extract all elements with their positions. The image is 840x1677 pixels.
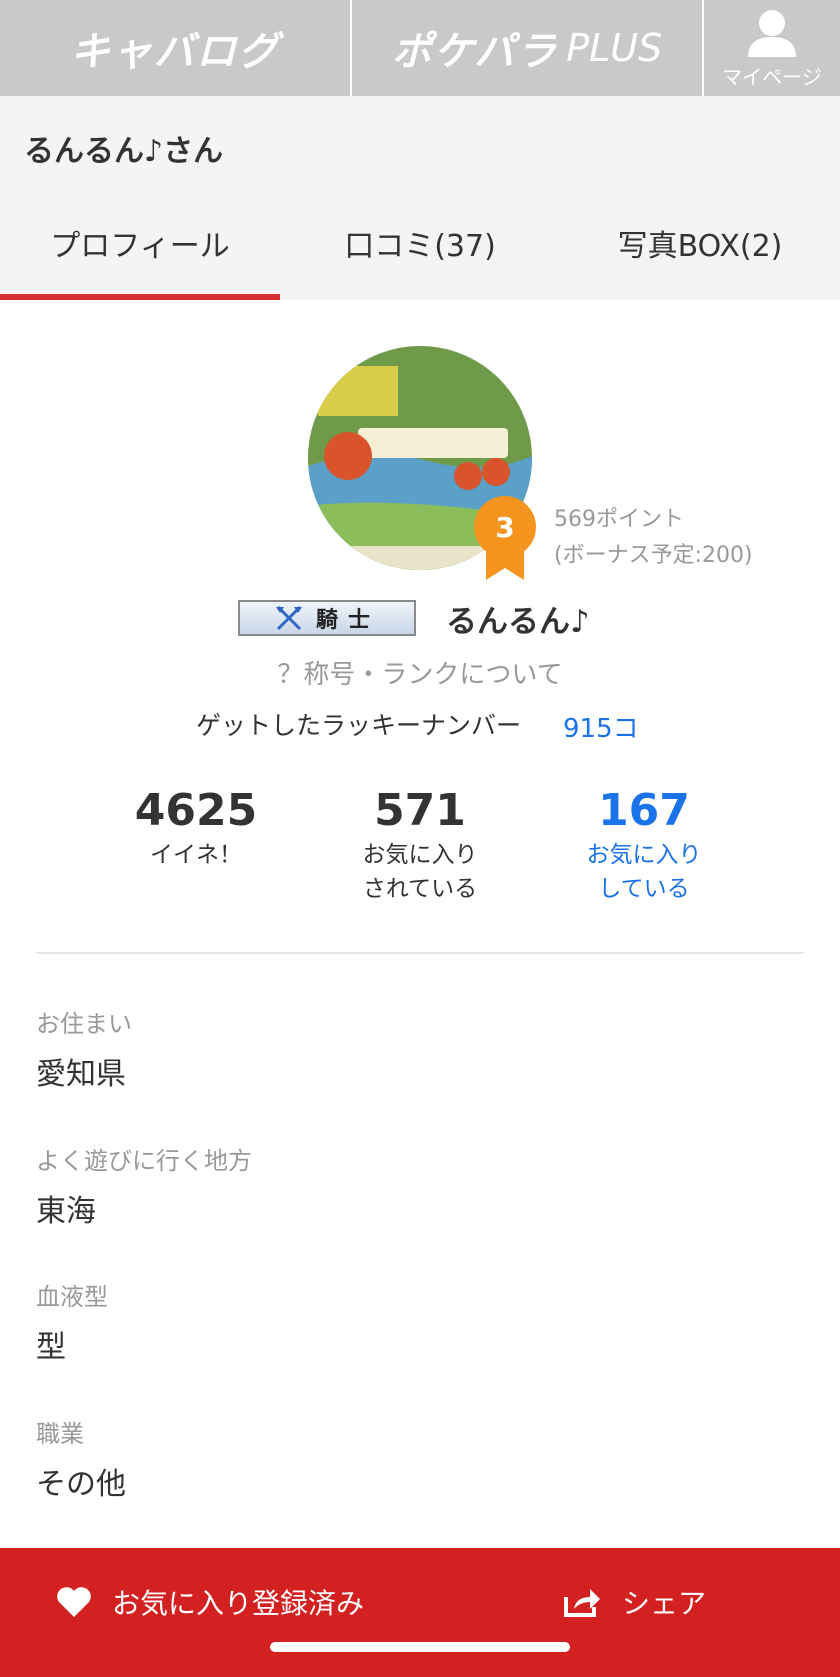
stat-favoriting[interactable]: 167 お気に入り している (564, 784, 724, 906)
field-region: よく遊びに行く地方 東海 (36, 1141, 252, 1230)
rank-info-link[interactable]: ？称号・ランクについて (0, 654, 840, 691)
field-blood-type: 血液型 型 (36, 1277, 108, 1366)
points-value: 569ポイント (554, 507, 684, 532)
field-value: その他 (36, 1467, 126, 1502)
favorited-count: 571 (374, 785, 466, 836)
tab-bar: プロフィール 口コミ(37) 写真BOX(2) (0, 186, 840, 300)
share-icon (564, 1589, 600, 1617)
field-value: 東海 (36, 1194, 96, 1229)
field-label: よく遊びに行く地方 (36, 1147, 252, 1175)
profile-header: るんるん♪さん (0, 96, 840, 186)
field-label: 職業 (36, 1420, 84, 1448)
rank-number: 3 (495, 511, 514, 544)
page-title: るんるん♪さん (24, 134, 224, 169)
field-residence: お住まい 愛知県 (36, 1004, 132, 1093)
favoriting-label-line2: している (598, 876, 690, 902)
favorited-label-line2: されている (362, 876, 478, 902)
home-indicator (270, 1642, 570, 1652)
favorite-button[interactable]: お気に入り登録済み (56, 1582, 364, 1622)
likes-count: 4625 (134, 785, 258, 836)
favorited-label-line1: お気に入り (362, 842, 478, 868)
title-plate-text: 騎士 (315, 608, 380, 633)
stat-favorited: 571 お気に入り されている (340, 784, 500, 906)
rank-badge: 3 (474, 496, 536, 580)
pokepara-logo: ポケパラ (391, 29, 559, 75)
tab-profile[interactable]: プロフィール (0, 186, 280, 300)
user-name: るんるん♪ (446, 604, 590, 640)
tab-photo-box-label: 写真BOX(2) (617, 229, 783, 264)
bottom-action-bar: お気に入り登録済み シェア (0, 1548, 840, 1677)
field-value: 型 (36, 1330, 66, 1365)
field-value: 愛知県 (36, 1057, 126, 1092)
user-icon (748, 9, 796, 57)
favorite-button-label: お気に入り登録済み (112, 1587, 365, 1620)
pokepara-plus-text: PLUS (566, 26, 663, 70)
points-info: 569ポイント (ボーナス予定:200) (554, 502, 753, 574)
divider (36, 952, 804, 954)
tab-profile-label: プロフィール (50, 229, 230, 264)
tab-reviews[interactable]: 口コミ(37) (280, 186, 560, 300)
share-button[interactable]: シェア (562, 1582, 706, 1622)
tab-photo-box[interactable]: 写真BOX(2) (560, 186, 840, 300)
mypage-label: マイページ (722, 64, 822, 89)
kyabalog-logo-link[interactable]: キャバログ (0, 0, 352, 96)
field-label: お住まい (36, 1010, 132, 1038)
top-nav: キャバログ ポケパラ PLUS マイページ (0, 0, 840, 96)
mypage-button[interactable]: マイページ (704, 0, 840, 96)
favoriting-count: 167 (598, 785, 690, 836)
lucky-number-label: ゲットしたラッキーナンバー (196, 711, 522, 740)
heart-icon (57, 1587, 91, 1617)
crossed-axes-icon (275, 605, 302, 631)
bonus-points: (ボーナス予定:200) (554, 543, 753, 568)
tab-reviews-label: 口コミ(37) (344, 229, 496, 264)
title-plate: 騎士 (238, 600, 416, 636)
field-label: 血液型 (36, 1283, 108, 1311)
favoriting-label-line1: お気に入り (586, 842, 702, 868)
lucky-number-count[interactable]: 915コ (563, 708, 639, 745)
pokepara-plus-logo-link[interactable]: ポケパラ PLUS (352, 0, 704, 96)
field-occupation: 職業 その他 (36, 1414, 126, 1503)
stat-likes: 4625 イイネ！ (116, 784, 276, 872)
kyabalog-logo: キャバログ (70, 29, 280, 75)
likes-label: イイネ！ (150, 842, 242, 868)
share-button-label: シェア (622, 1587, 707, 1620)
